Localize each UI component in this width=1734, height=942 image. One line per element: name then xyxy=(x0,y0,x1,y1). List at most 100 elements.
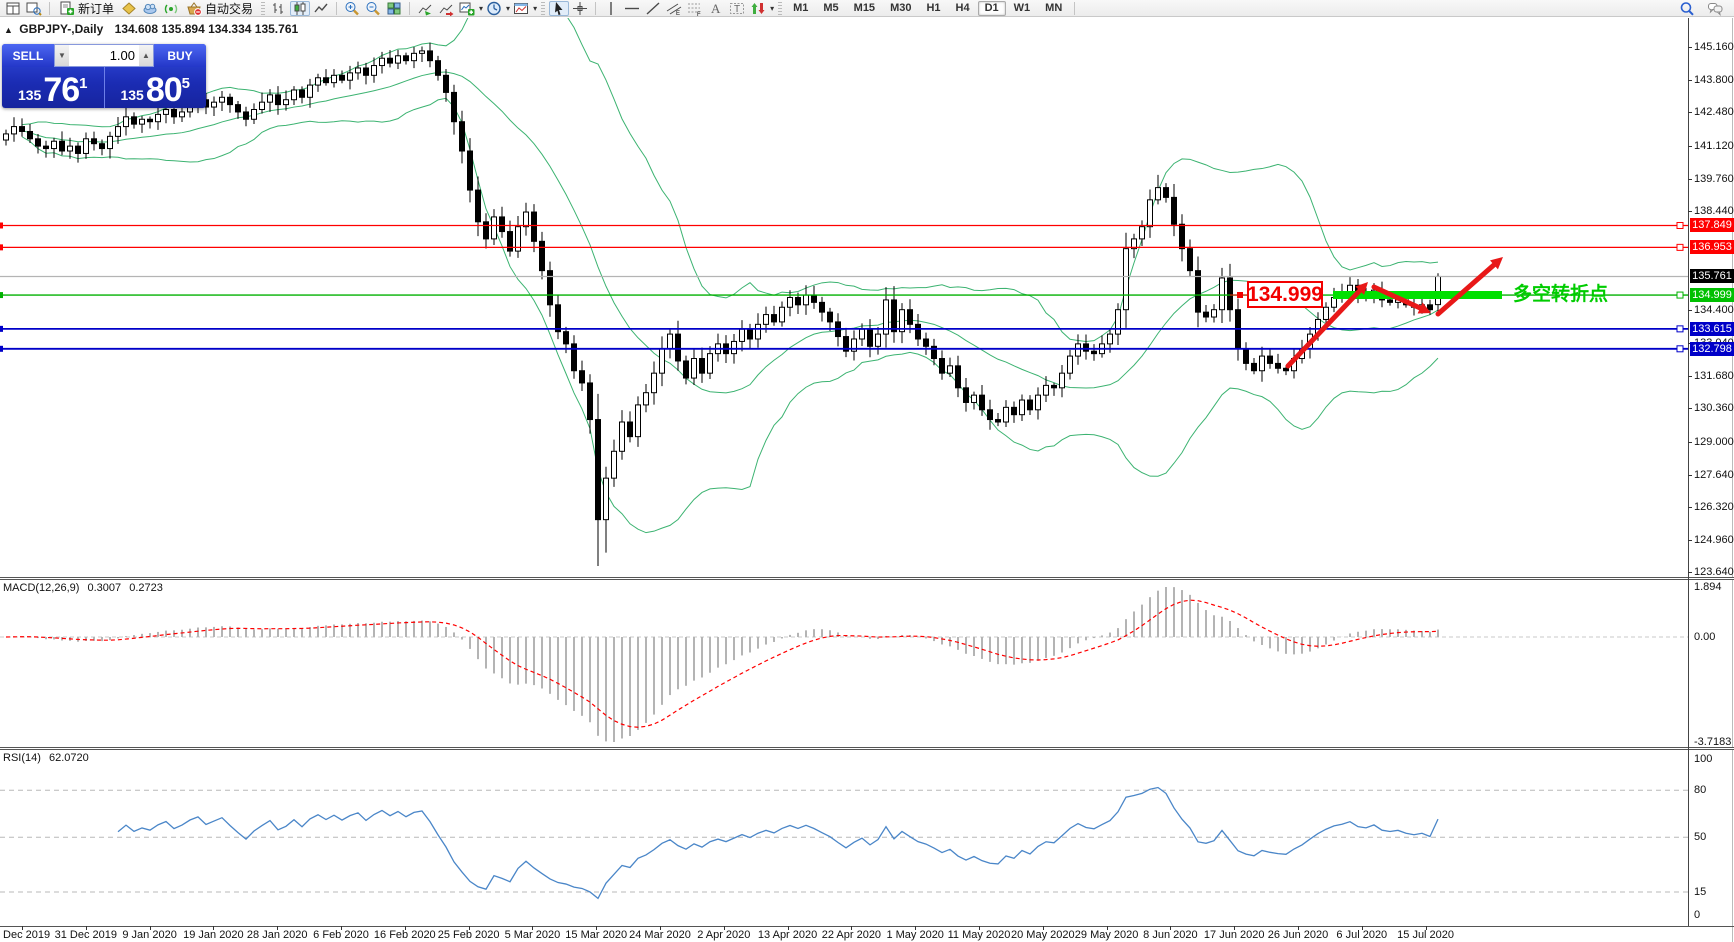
text-label-icon[interactable]: T xyxy=(727,1,747,16)
arrows-tool-dropdown-caret[interactable]: ▾ xyxy=(770,4,774,13)
price-tick-label: 126.320 xyxy=(1694,500,1734,513)
line-handle[interactable] xyxy=(1676,291,1684,299)
date-label: 8 Jun 2020 xyxy=(1143,929,1198,941)
new-chart-dropdown-caret[interactable]: ▾ xyxy=(479,4,483,13)
chart-plot[interactable] xyxy=(0,0,1734,942)
templates-icon[interactable] xyxy=(511,1,531,16)
zoom-out-icon[interactable] xyxy=(363,1,383,16)
candle-body xyxy=(427,50,433,62)
bars-chart-icon[interactable] xyxy=(269,1,289,16)
timeframe-button-m15[interactable]: M15 xyxy=(847,1,882,16)
templates-dropdown-caret[interactable]: ▾ xyxy=(533,4,537,13)
volume-increase-button[interactable]: ▲ xyxy=(139,45,153,66)
search-icon[interactable] xyxy=(1677,1,1697,16)
macd-pane[interactable] xyxy=(0,587,1688,742)
candle-body xyxy=(1051,384,1057,389)
data-window-icon[interactable] xyxy=(24,1,44,16)
collapse-panel-icon[interactable]: ▲ xyxy=(4,25,13,35)
community-icon[interactable] xyxy=(140,1,160,16)
arrows-tool-icon[interactable] xyxy=(748,1,768,16)
candles-chart-icon[interactable] xyxy=(290,0,311,16)
volume-input[interactable]: 1.00 xyxy=(69,45,139,66)
signals-icon[interactable] xyxy=(161,1,181,16)
market-watch-icon[interactable] xyxy=(3,1,23,16)
volume-decrease-button[interactable]: ▼ xyxy=(55,45,69,66)
price-annotation-box[interactable]: 134.999 xyxy=(1247,281,1323,308)
candle-body xyxy=(827,311,833,323)
timeframe-button-m5[interactable]: M5 xyxy=(816,1,845,16)
timeframe-button-d1[interactable]: D1 xyxy=(977,0,1006,16)
sell-button[interactable]: SELL xyxy=(2,44,54,67)
candle-body xyxy=(1003,406,1009,423)
rsi-axis-label: 100 xyxy=(1694,753,1713,765)
candle-body xyxy=(323,77,329,84)
candle-body xyxy=(443,74,449,93)
candle-body xyxy=(995,419,1001,423)
candle-body xyxy=(571,343,577,372)
candle-body xyxy=(1155,187,1161,201)
cursor-icon[interactable] xyxy=(549,0,570,16)
main-chart-pane[interactable] xyxy=(0,0,1688,567)
price-tick-mark xyxy=(1688,80,1692,82)
periods-dropdown-caret[interactable]: ▾ xyxy=(506,4,510,13)
line-handle[interactable] xyxy=(0,222,3,229)
candle-body xyxy=(1091,350,1097,355)
timeframe-button-h1[interactable]: H1 xyxy=(919,1,947,16)
crosshair-icon[interactable] xyxy=(570,1,590,16)
line-handle[interactable] xyxy=(0,292,3,299)
candle-body xyxy=(699,358,705,374)
text-icon[interactable]: A xyxy=(706,1,726,16)
line-handle[interactable] xyxy=(0,244,3,251)
toolbar-grip[interactable] xyxy=(778,1,783,15)
trendline-icon[interactable] xyxy=(643,1,663,16)
chat-icon[interactable] xyxy=(1705,1,1725,16)
trend-arrow-3[interactable] xyxy=(1435,262,1497,317)
timeframe-button-w1[interactable]: W1 xyxy=(1007,1,1038,16)
pane-separator-rsi[interactable] xyxy=(0,747,1734,750)
pane-separator-macd[interactable] xyxy=(0,577,1734,580)
rsi-pane[interactable] xyxy=(0,786,1688,900)
auto-scroll-icon[interactable] xyxy=(415,1,435,16)
new-chart-icon[interactable] xyxy=(457,1,477,16)
new-order-button[interactable]: 新订单 xyxy=(55,1,118,16)
line-handle[interactable] xyxy=(1676,325,1684,333)
toolbar-grip[interactable] xyxy=(261,1,266,15)
channel-icon[interactable]: E xyxy=(664,1,684,16)
autotrading-button[interactable]: 自动交易 xyxy=(182,1,257,16)
price-tick-label: 127.640 xyxy=(1694,468,1734,481)
chart-header: ▲ GBPJPY-,Daily 134.608 135.894 134.334 … xyxy=(4,22,298,36)
horizontal-line-icon[interactable] xyxy=(622,1,642,16)
tile-windows-icon[interactable] xyxy=(384,1,404,16)
line-handle[interactable] xyxy=(0,325,3,332)
timeframe-button-m30[interactable]: M30 xyxy=(883,1,918,16)
macd-axis-label: 0.00 xyxy=(1694,631,1716,643)
price-tick-label: 138.440 xyxy=(1694,205,1734,218)
line-handle[interactable] xyxy=(1676,345,1684,353)
line-handle[interactable] xyxy=(0,345,3,352)
date-label: 28 Jan 2020 xyxy=(246,929,308,941)
fibonacci-icon[interactable]: F xyxy=(685,1,705,16)
line-chart-icon[interactable] xyxy=(311,1,331,16)
candle-body xyxy=(67,145,73,152)
indicators-icon[interactable] xyxy=(119,1,139,16)
zoom-in-icon[interactable] xyxy=(342,1,362,16)
toolbar-grip[interactable] xyxy=(541,1,546,15)
line-handle[interactable] xyxy=(1676,243,1684,251)
chart-shift-icon[interactable] xyxy=(436,1,456,16)
buy-button[interactable]: BUY xyxy=(154,44,206,67)
buy-price-display[interactable]: 135 80 5 xyxy=(105,67,207,108)
candle-body xyxy=(91,138,97,145)
candle-body xyxy=(131,116,137,125)
candle-body xyxy=(275,94,281,106)
line-handle[interactable] xyxy=(1676,221,1684,229)
sell-price-display[interactable]: 135 76 1 xyxy=(2,67,105,108)
periods-icon[interactable] xyxy=(484,1,504,16)
svg-text:A: A xyxy=(711,1,721,16)
turning-point-note[interactable]: 多空转折点 xyxy=(1513,279,1608,306)
timeframe-button-h4[interactable]: H4 xyxy=(949,1,977,16)
timeframe-button-m1[interactable]: M1 xyxy=(786,1,815,16)
timeframe-button-mn[interactable]: MN xyxy=(1038,1,1069,16)
candle-body xyxy=(1011,406,1017,416)
vertical-line-icon[interactable] xyxy=(601,1,621,16)
candle-body xyxy=(1227,277,1233,311)
